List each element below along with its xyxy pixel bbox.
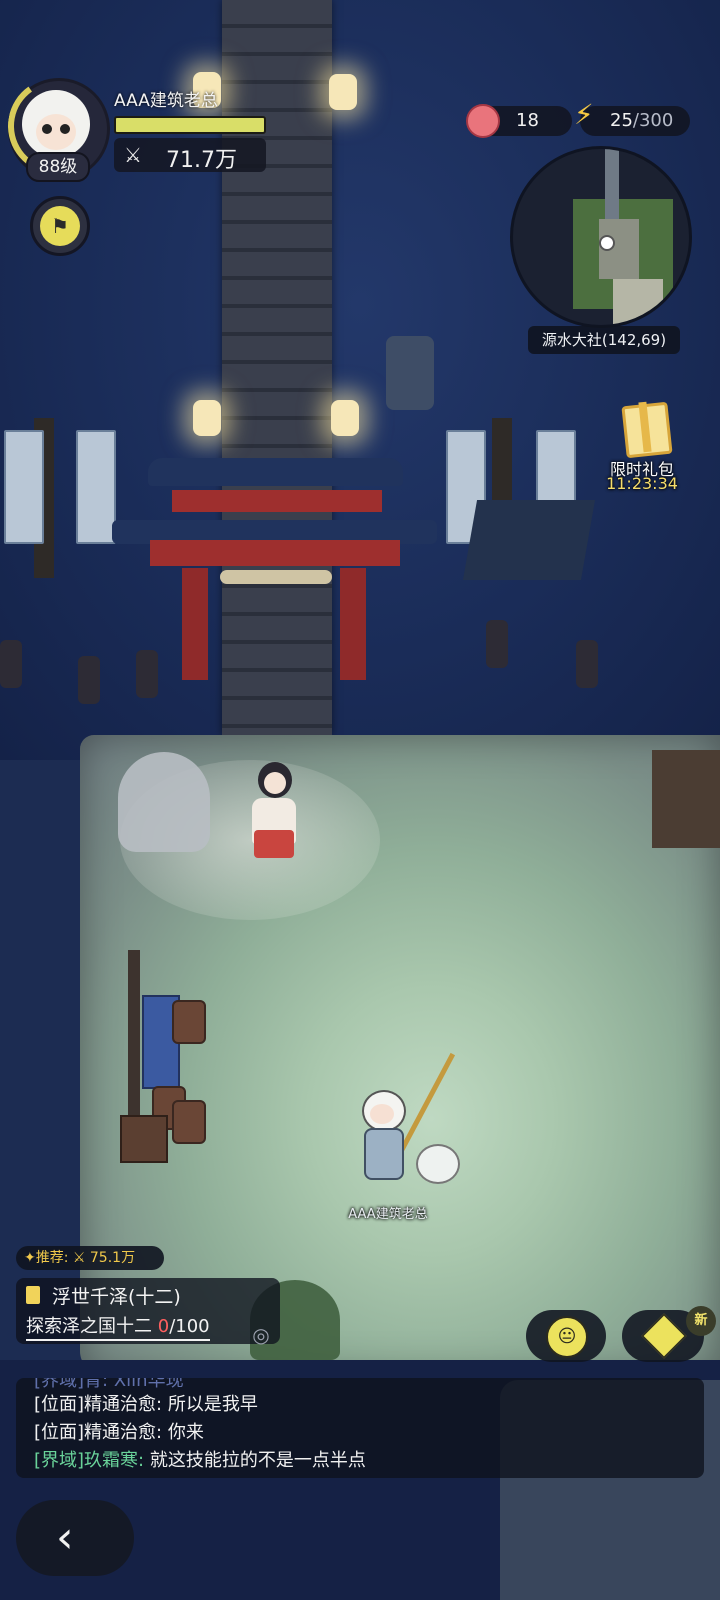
emote-button[interactable]: 😐 [526,1310,606,1362]
quest-progress-current: 0 [157,1316,170,1337]
chat-speaker: 精通治愈: [84,1394,168,1415]
level-badge: 88级 [26,152,90,182]
torii-post [182,568,208,680]
player-world-name: AAA建筑老总 [348,1207,428,1222]
stamina-value: 25/300 [610,106,673,136]
player-character[interactable] [346,1052,466,1200]
chat-message: 你来 [167,1422,204,1443]
emoji-face-icon: 😐 [546,1316,588,1358]
wooden-pier [222,0,332,735]
peach-icon [466,104,500,138]
chat-speaker: 精通治愈: [84,1422,168,1443]
player-face [370,1104,394,1124]
avatar[interactable] [22,90,90,158]
lightning-icon: ⚡ [574,98,594,131]
peach-resource[interactable]: 18 [466,104,572,138]
quest-progress-total: /100 [169,1316,210,1337]
torii-post [340,568,366,680]
quest-objective[interactable]: 探索泽之国十二 0/100 [26,1312,210,1341]
stamina-current: 25 [610,110,633,131]
dock-post [136,650,158,698]
lantern-icon [193,400,221,436]
quest-tracker[interactable]: 浮世千泽(十二) 探索泽之国十二 0/100 [16,1278,280,1344]
barrel [172,1000,206,1044]
minimap[interactable] [510,146,692,328]
flag-icon: ⚑ [40,206,80,246]
banner [76,430,116,544]
shimenawa-rope [220,570,332,584]
combat-power[interactable]: ⚔ 71.7万 [114,138,266,173]
chat-channel: [界域] [34,1450,85,1471]
player-robe [364,1128,404,1180]
hp-bar [114,116,266,134]
chat-channel: [位面] [34,1422,85,1443]
crate [120,1115,168,1163]
chevron-left-icon: ‹ [56,1512,74,1563]
shipwreck [462,500,596,580]
avatar-eye [60,124,70,134]
hp-bar-fill [116,118,264,132]
dock-post [0,640,22,688]
locate-target-icon[interactable]: ◎ [248,1322,274,1348]
gift-timer: 11:23:34 [606,474,678,493]
peach-count: 18 [516,110,539,131]
chat-panel[interactable]: [界域]青: Xlih华现 [位面]精通治愈: 所以是我早 [位面]精通治愈: … [16,1378,704,1478]
chat-message: 就这技能拉的不是一点半点 [149,1450,366,1471]
stamina-max: /300 [632,110,674,131]
quest-scroll-icon [26,1286,40,1304]
chat-line: [界域]玖霜寒: 就这技能拉的不是一点半点 [34,1446,366,1472]
pet-companion [416,1144,460,1184]
torii-beam [172,490,382,512]
npc-face [264,772,286,794]
minimap-beach [613,279,663,325]
torii-gate [148,458,403,486]
chat-speaker: 玖霜寒: [84,1450,150,1471]
stamina-resource[interactable]: ⚡ 25/300 [574,100,690,136]
recommended-power: ✦推荐: ⚔ 75.1万 [16,1246,164,1270]
avatar-eye [42,124,52,134]
barrel [172,1100,206,1144]
quest-title[interactable]: 浮世千泽(十二) [52,1282,181,1309]
quest-objective-text: 探索泽之国十二 [26,1316,158,1337]
crossed-swords-icon: ⚔ [124,143,142,167]
wooden-hut[interactable] [652,750,720,848]
npc-shrine-maiden[interactable] [240,762,310,862]
lantern-icon [331,400,359,436]
limited-gift-button[interactable] [606,398,678,459]
torii-beam [150,540,400,566]
combat-power-value: 71.7万 [166,148,237,173]
new-badge: 新 [686,1306,716,1336]
chat-message: 所以是我早 [167,1394,258,1415]
banner [4,430,44,544]
location-label[interactable]: 源水大社(142,69) [528,326,680,354]
chat-line: [位面]精通治愈: 所以是我早 [34,1390,258,1416]
lantern-icon [329,74,357,110]
back-button[interactable]: ‹ [16,1500,134,1576]
dock-post [576,640,598,688]
dock-post [486,620,508,668]
dock-post [78,656,100,704]
npc-skirt [254,830,294,858]
cube-box-icon [641,1313,687,1359]
flag-button[interactable]: ⚑ [30,196,90,256]
minimap-pier [605,149,619,219]
stone-statue[interactable] [118,752,210,852]
player-marker-icon [599,235,615,251]
player-name: AAA建筑老总 [114,91,218,111]
chat-channel: [位面] [34,1394,85,1415]
chat-line: [位面]精通治愈: 你来 [34,1418,204,1444]
stone-lantern [386,336,434,410]
